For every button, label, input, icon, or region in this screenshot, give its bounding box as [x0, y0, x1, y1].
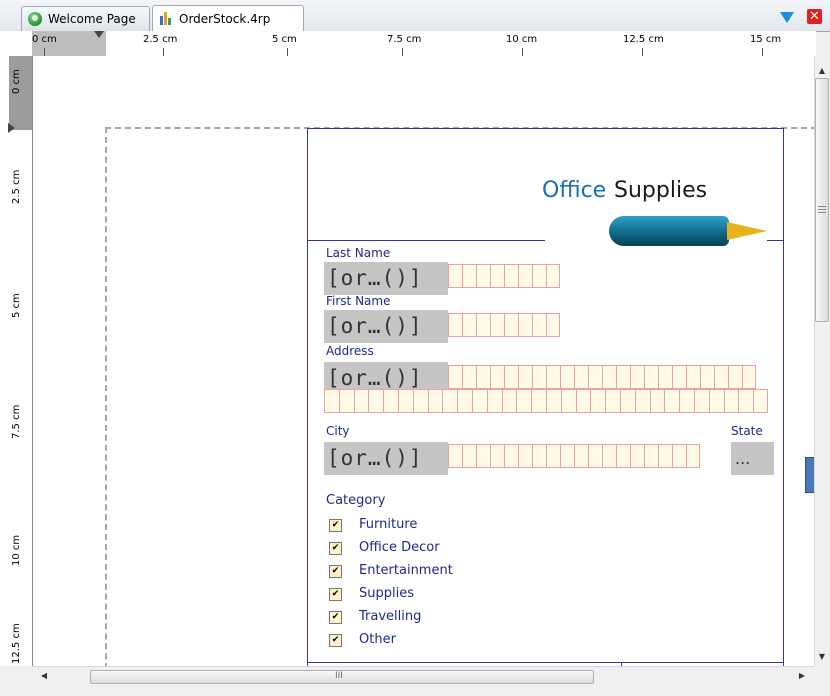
- other-label: Other: [359, 632, 396, 647]
- globe-icon: [28, 12, 42, 26]
- tab-list-dropdown-icon[interactable]: [780, 12, 794, 23]
- travelling-label: Travelling: [359, 609, 422, 624]
- state-label: State: [731, 424, 763, 438]
- grip-icon: [818, 206, 826, 207]
- last-name-cells: [448, 264, 560, 288]
- tab-welcome-page[interactable]: Welcome Page: [21, 6, 150, 31]
- address-cells-row1: [448, 365, 756, 389]
- vertical-scroll-thumb[interactable]: [815, 78, 829, 322]
- vertical-ruler[interactable]: 0 cm 2.5 cm 5 cm 7.5 cm 10 cm 12.5 cm: [0, 56, 33, 666]
- state-field[interactable]: ...: [731, 442, 774, 475]
- city-field[interactable]: [or…()]: [324, 442, 448, 475]
- ruler-label: 5 cm: [11, 293, 22, 318]
- report-document-icon: [159, 11, 173, 26]
- entertainment-label: Entertainment: [359, 563, 453, 578]
- city-cells: [448, 444, 700, 468]
- supplies-checkbox[interactable]: ✔: [329, 588, 342, 601]
- last-name-field[interactable]: [or…()]: [324, 262, 448, 295]
- ruler-label: 10 cm: [506, 34, 538, 45]
- divider: [307, 662, 784, 663]
- category-label: Category: [326, 493, 386, 508]
- pen-nib-icon: [727, 222, 767, 240]
- ruler-label: 10 cm: [11, 534, 22, 566]
- logo-text-supplies: Supplies: [614, 178, 708, 203]
- indent-marker-icon[interactable]: [94, 31, 104, 38]
- tab-label: OrderStock.4rp: [179, 11, 271, 26]
- divider: [767, 240, 784, 241]
- supplies-label: Supplies: [359, 586, 414, 601]
- first-name-field[interactable]: [or…()]: [324, 310, 448, 343]
- ruler-label: 2.5 cm: [11, 169, 22, 204]
- first-name-label: First Name: [326, 294, 391, 308]
- furniture-label: Furniture: [359, 517, 418, 532]
- horizontal-ruler[interactable]: 0 cm 2.5 cm 5 cm 7.5 cm 10 cm 12.5 cm 15…: [32, 31, 816, 57]
- first-name-cells: [448, 313, 560, 337]
- last-name-label: Last Name: [326, 246, 391, 260]
- scroll-down-icon[interactable]: ▼: [815, 652, 829, 661]
- ruler-label: 2.5 cm: [143, 34, 178, 45]
- report-canvas[interactable]: Office Supplies Last Name [or…()] First …: [32, 56, 815, 666]
- ruler-label: 12.5 cm: [623, 34, 664, 45]
- entertainment-checkbox[interactable]: ✔: [329, 565, 342, 578]
- ruler-label: 12.5 cm: [11, 623, 22, 664]
- ruler-label: 7.5 cm: [11, 404, 22, 439]
- scroll-left-icon[interactable]: ◀: [38, 671, 50, 680]
- ruler-label: 0 cm: [11, 69, 22, 94]
- ruler-label: 0 cm: [32, 34, 57, 45]
- address-cells-row2: [324, 389, 768, 413]
- office-decor-checkbox[interactable]: ✔: [329, 542, 342, 555]
- other-checkbox[interactable]: ✔: [329, 634, 342, 647]
- grip-icon: [818, 212, 826, 213]
- close-icon[interactable]: ✕: [807, 9, 822, 24]
- grip-icon: III: [335, 671, 343, 681]
- ruler-corner: [0, 31, 32, 56]
- logo-text-office: Office: [542, 178, 607, 203]
- tab-label: Welcome Page: [48, 12, 136, 26]
- indent-marker-icon[interactable]: [8, 123, 15, 133]
- scroll-up-icon[interactable]: ▲: [815, 66, 829, 75]
- address-label: Address: [326, 344, 374, 358]
- office-decor-label: Office Decor: [359, 540, 440, 555]
- travelling-checkbox[interactable]: ✔: [329, 611, 342, 624]
- scroll-right-icon[interactable]: ▶: [796, 671, 808, 680]
- ruler-label: 5 cm: [272, 34, 297, 45]
- divider: [307, 240, 545, 241]
- pen-logo-icon: [609, 216, 729, 246]
- ruler-label: 7.5 cm: [387, 34, 422, 45]
- furniture-checkbox[interactable]: ✔: [329, 519, 342, 532]
- status-strip: [0, 687, 830, 696]
- grip-icon: [818, 209, 826, 210]
- ruler-label: 15 cm: [750, 34, 782, 45]
- city-label: City: [326, 424, 350, 438]
- tab-orderstock[interactable]: OrderStock.4rp: [152, 5, 304, 31]
